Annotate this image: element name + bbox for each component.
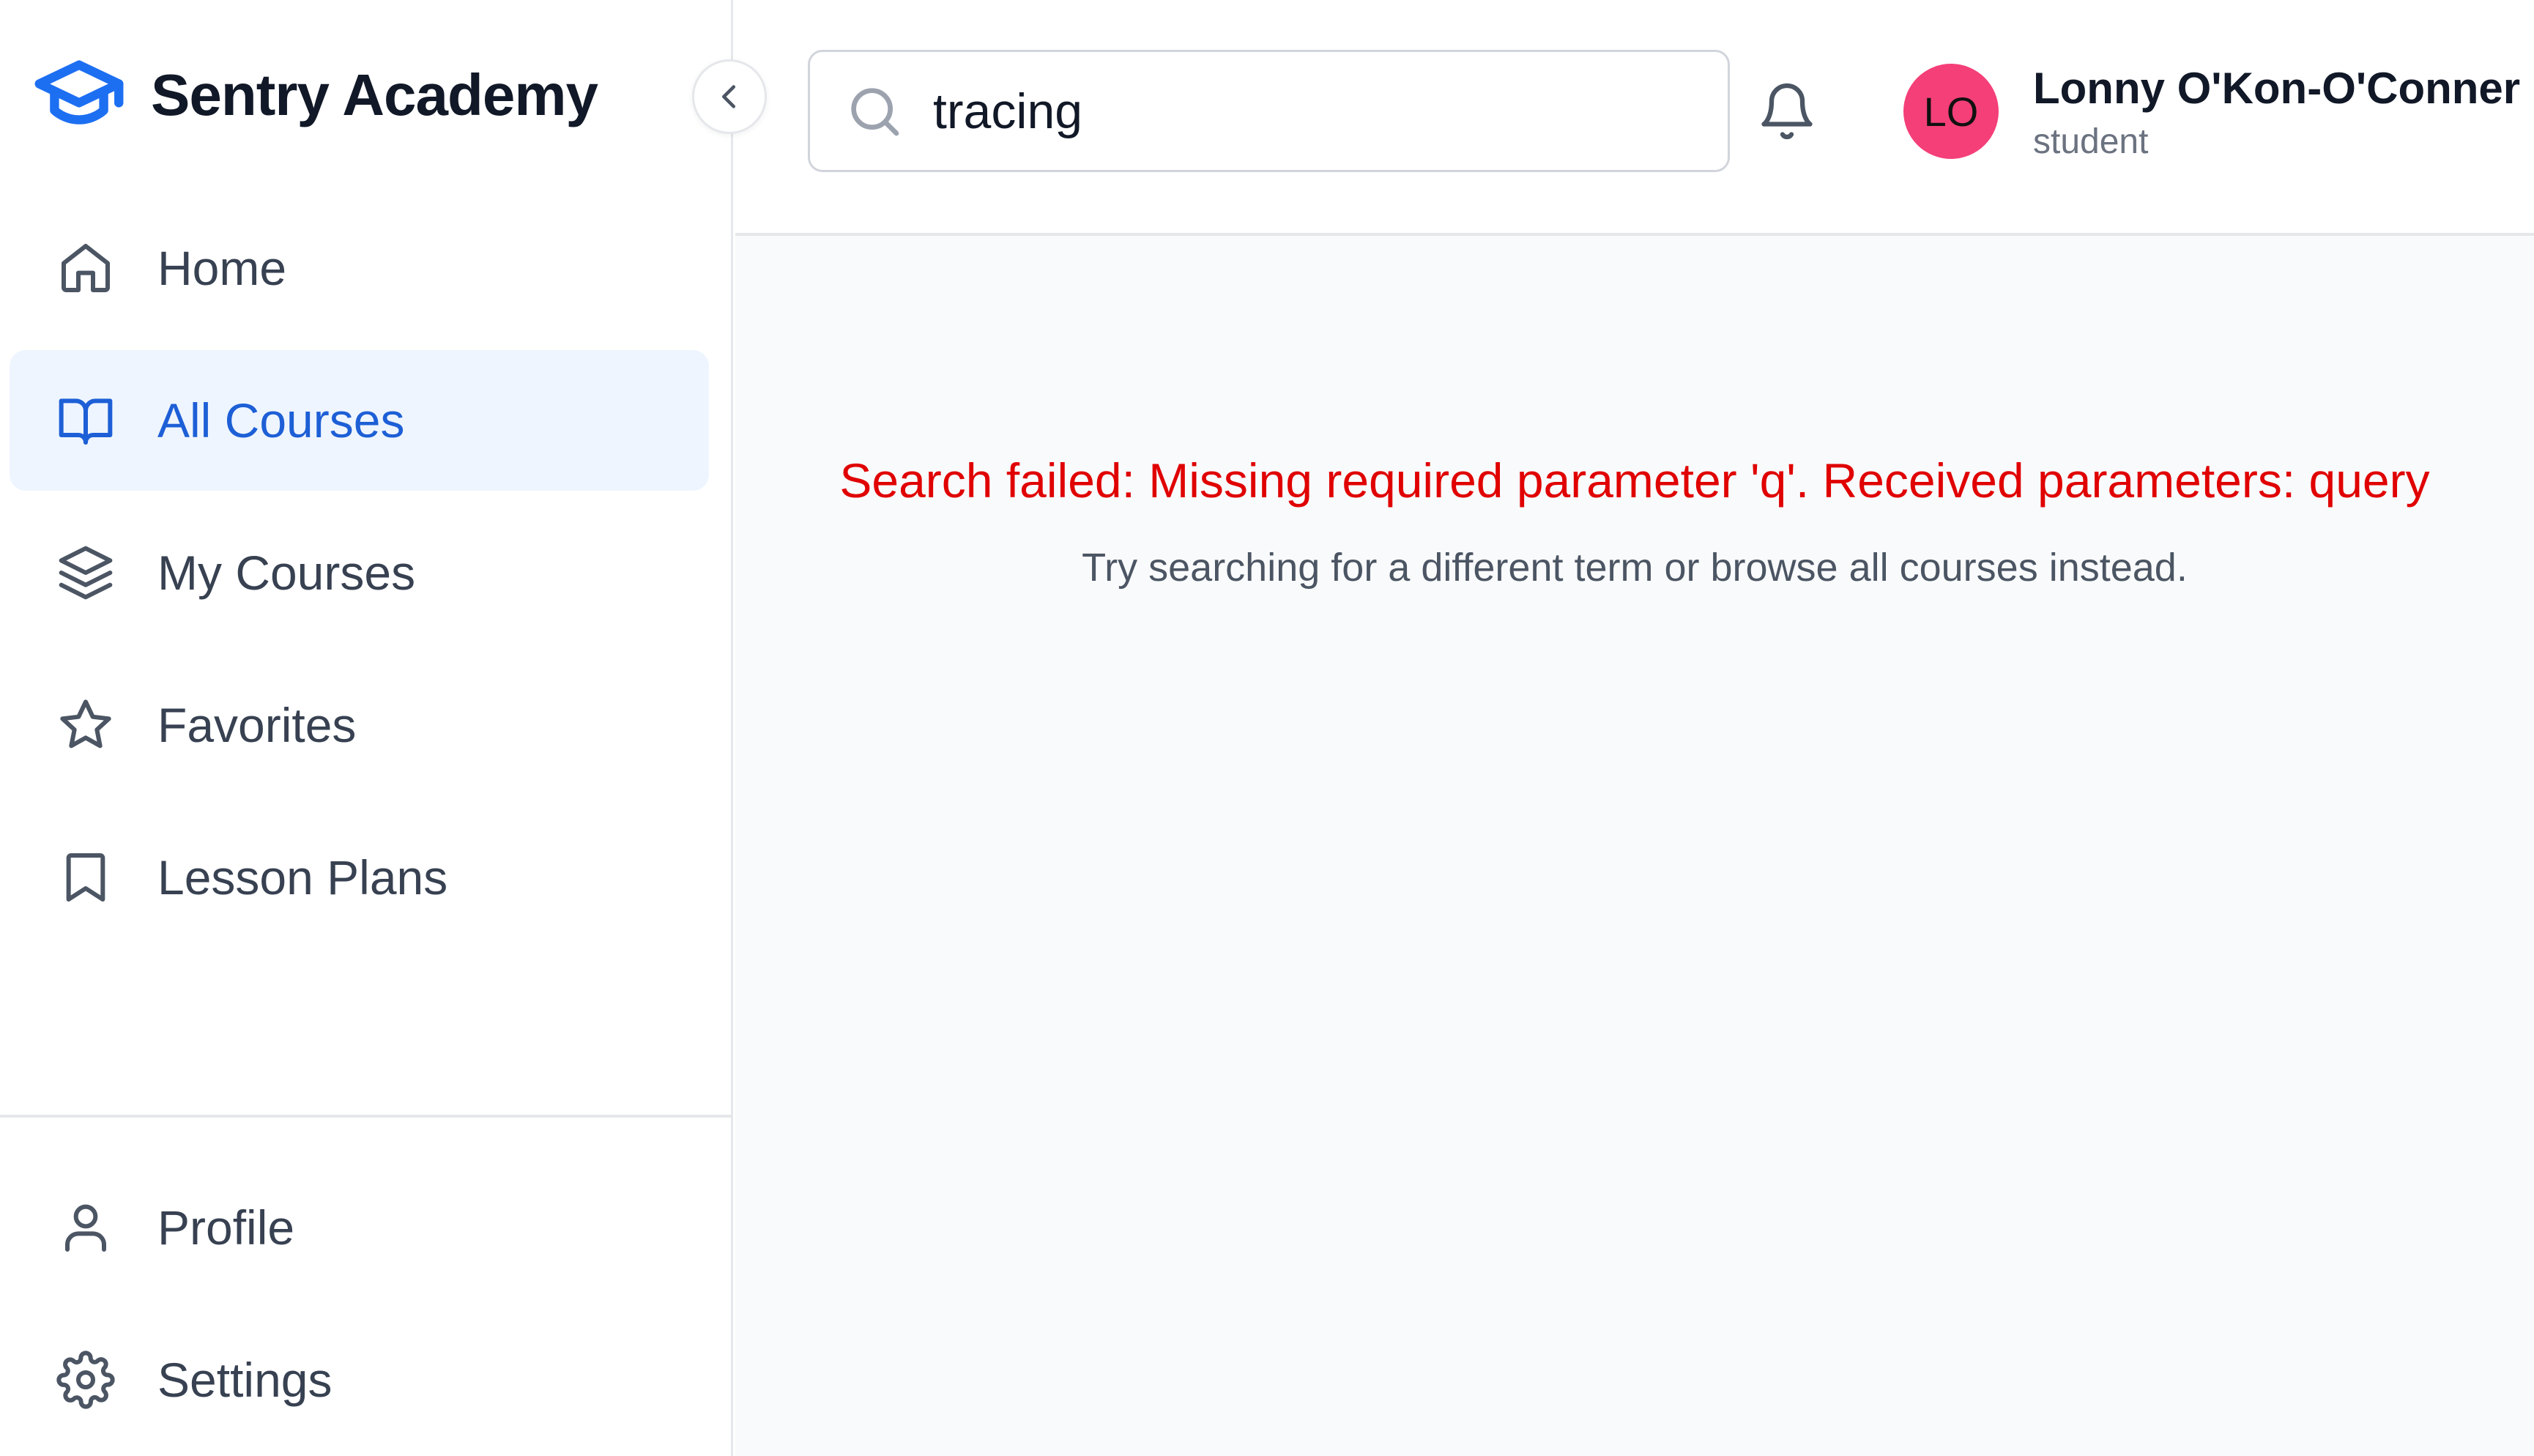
sidebar-item-label: Settings bbox=[157, 1353, 332, 1407]
sidebar-item-label: Profile bbox=[157, 1200, 295, 1255]
bookmark-icon bbox=[55, 847, 116, 908]
settings-icon bbox=[55, 1349, 116, 1411]
collapse-sidebar-button[interactable] bbox=[692, 59, 767, 134]
book-open-icon bbox=[55, 390, 116, 451]
sidebar-item-my-courses[interactable]: My Courses bbox=[10, 502, 709, 643]
sidebar-item-home[interactable]: Home bbox=[10, 198, 709, 338]
user-icon bbox=[55, 1197, 116, 1258]
sidebar-item-label: My Courses bbox=[157, 546, 416, 600]
search-hint-message: Try searching for a different term or br… bbox=[1082, 546, 2188, 590]
search-box[interactable] bbox=[808, 50, 1730, 172]
notifications-button[interactable] bbox=[1752, 76, 1822, 146]
user-role: student bbox=[2033, 122, 2149, 161]
search-icon bbox=[844, 81, 905, 142]
sidebar-item-lesson-plans[interactable]: Lesson Plans bbox=[10, 807, 709, 948]
sidebar-item-all-courses[interactable]: All Courses bbox=[10, 350, 709, 491]
user-name: Lonny O'Kon-O'Conner bbox=[2033, 64, 2521, 113]
sidebar-item-label: Lesson Plans bbox=[157, 850, 448, 905]
layers-icon bbox=[55, 542, 116, 603]
sidebar-divider bbox=[0, 1115, 733, 1118]
sidebar-item-label: All Courses bbox=[157, 393, 405, 447]
brand-name: Sentry Academy bbox=[151, 62, 598, 127]
search-error-message: Search failed: Missing required paramete… bbox=[839, 453, 2430, 508]
star-icon bbox=[55, 694, 116, 756]
home-icon bbox=[55, 237, 116, 299]
sidebar-item-settings[interactable]: Settings bbox=[10, 1310, 709, 1450]
avatar[interactable]: LO bbox=[1903, 64, 1999, 159]
sidebar-item-label: Home bbox=[157, 241, 287, 295]
main-content: Search failed: Missing required paramete… bbox=[735, 236, 2534, 1456]
sidebar-bottom-nav: Profile Settings bbox=[10, 1157, 709, 1456]
brand[interactable]: Sentry Academy bbox=[34, 51, 598, 139]
sidebar-item-profile[interactable]: Profile bbox=[10, 1157, 709, 1298]
chevron-left-icon bbox=[713, 80, 746, 114]
sidebar-item-label: Favorites bbox=[157, 698, 357, 752]
search-input[interactable] bbox=[933, 82, 1665, 140]
sidebar: Sentry Academy Home All Courses My Cours… bbox=[0, 0, 733, 1456]
sidebar-item-favorites[interactable]: Favorites bbox=[10, 655, 709, 795]
app-root: Sentry Academy Home All Courses My Cours… bbox=[0, 0, 2534, 1456]
sidebar-nav: Home All Courses My Courses Favorites Le… bbox=[10, 198, 709, 959]
top-header: LO Lonny O'Kon-O'Conner student bbox=[735, 0, 2534, 236]
graduation-cap-icon bbox=[34, 50, 125, 141]
bell-icon bbox=[1756, 81, 1818, 142]
